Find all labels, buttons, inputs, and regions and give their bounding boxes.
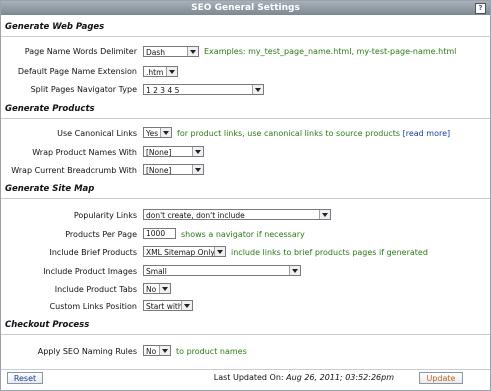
chevron-down-icon <box>159 284 170 293</box>
reset-button[interactable]: Reset <box>7 372 43 384</box>
chevron-down-icon <box>319 210 330 219</box>
chevron-down-icon <box>192 165 203 174</box>
per-page-label: Products Per Page <box>65 230 137 239</box>
wrap-names-value: [None] <box>146 148 172 157</box>
extension-value: .htm <box>146 68 164 77</box>
canonical-value: Yes <box>146 129 159 138</box>
delimiter-label: Page Name Words Delimiter <box>24 47 137 56</box>
tabs-label: Include Product Tabs <box>54 285 137 294</box>
wrap-breadcrumb-label: Wrap Current Breadcrumb With <box>11 166 137 175</box>
chevron-down-icon <box>181 301 192 310</box>
canonical-note: for product links, use canonical links t… <box>177 129 450 138</box>
popularity-value: don't create, don't include <box>146 211 245 220</box>
chevron-down-icon <box>289 266 300 275</box>
help-icon[interactable]: ? <box>475 3 486 14</box>
tabs-value: No <box>146 285 157 294</box>
wrap-breadcrumb-value: [None] <box>146 166 172 175</box>
images-select[interactable]: Small <box>143 265 301 276</box>
chevron-down-icon <box>160 128 171 137</box>
extension-label: Default Page Name Extension <box>17 67 137 76</box>
chevron-down-icon <box>159 346 170 355</box>
brief-value: XML Sitemap Only <box>146 248 215 257</box>
read-more-link[interactable]: [read more] <box>403 129 451 138</box>
last-updated-value: Aug 26, 2011; 03:52:26pm <box>286 373 394 382</box>
naming-select[interactable]: No <box>143 345 171 356</box>
last-updated: Last Updated On: Aug 26, 2011; 03:52:26p… <box>214 373 394 382</box>
delimiter-note: Examples: my_test_page_name.html, my-tes… <box>204 47 457 56</box>
per-page-note: shows a navigator if necessary <box>181 230 305 239</box>
update-button[interactable]: Update <box>419 372 463 384</box>
section-checkout: Checkout Process <box>5 320 90 330</box>
divider <box>1 36 490 37</box>
window-titlebar: SEO General Settings ? <box>1 1 490 15</box>
custom-value: Start with <box>146 302 183 311</box>
per-page-input[interactable]: 1000 <box>143 228 176 239</box>
navigator-label: Split Pages Navigator Type <box>30 85 137 94</box>
brief-label: Include Brief Products <box>49 248 138 257</box>
section-products: Generate Products <box>5 104 95 114</box>
chevron-down-icon <box>187 47 198 56</box>
delimiter-select[interactable]: Dash <box>143 46 199 57</box>
images-label: Include Product Images <box>43 267 137 276</box>
wrap-names-select[interactable]: [None] <box>143 146 204 157</box>
naming-label: Apply SEO Naming Rules <box>37 347 137 356</box>
chevron-down-icon <box>214 247 225 256</box>
divider <box>1 118 490 119</box>
navigator-value: 1 2 3 4 5 <box>146 86 180 95</box>
last-updated-label: Last Updated On: <box>213 373 284 382</box>
canonical-note-text: for product links, use canonical links t… <box>177 129 401 138</box>
brief-note: include links to brief products pages if… <box>231 248 428 257</box>
wrap-names-label: Wrap Product Names With <box>32 148 137 157</box>
delimiter-value: Dash <box>146 48 166 57</box>
navigator-select[interactable]: 1 2 3 4 5 <box>143 84 264 95</box>
images-value: Small <box>146 267 167 276</box>
wrap-breadcrumb-select[interactable]: [None] <box>143 164 204 175</box>
custom-label: Custom Links Position <box>49 302 137 311</box>
brief-select[interactable]: XML Sitemap Only <box>143 246 226 257</box>
divider <box>1 198 490 199</box>
canonical-label: Use Canonical Links <box>57 129 137 138</box>
chevron-down-icon <box>192 147 203 156</box>
window-title: SEO General Settings <box>191 3 300 13</box>
naming-value: No <box>146 347 157 356</box>
extension-select[interactable]: .htm <box>143 66 178 77</box>
chevron-down-icon <box>166 67 177 76</box>
divider <box>1 334 490 335</box>
popularity-label: Popularity Links <box>73 211 137 220</box>
custom-select[interactable]: Start with <box>143 300 193 311</box>
section-web-pages: Generate Web Pages <box>5 22 105 32</box>
chevron-down-icon <box>252 85 263 94</box>
canonical-select[interactable]: Yes <box>143 127 172 138</box>
section-site-map: Generate Site Map <box>5 184 95 194</box>
popularity-select[interactable]: don't create, don't include <box>143 209 331 220</box>
seo-settings-panel: SEO General Settings ? Generate Web Page… <box>0 0 491 391</box>
naming-note: to product names <box>176 347 247 356</box>
tabs-select[interactable]: No <box>143 283 171 294</box>
